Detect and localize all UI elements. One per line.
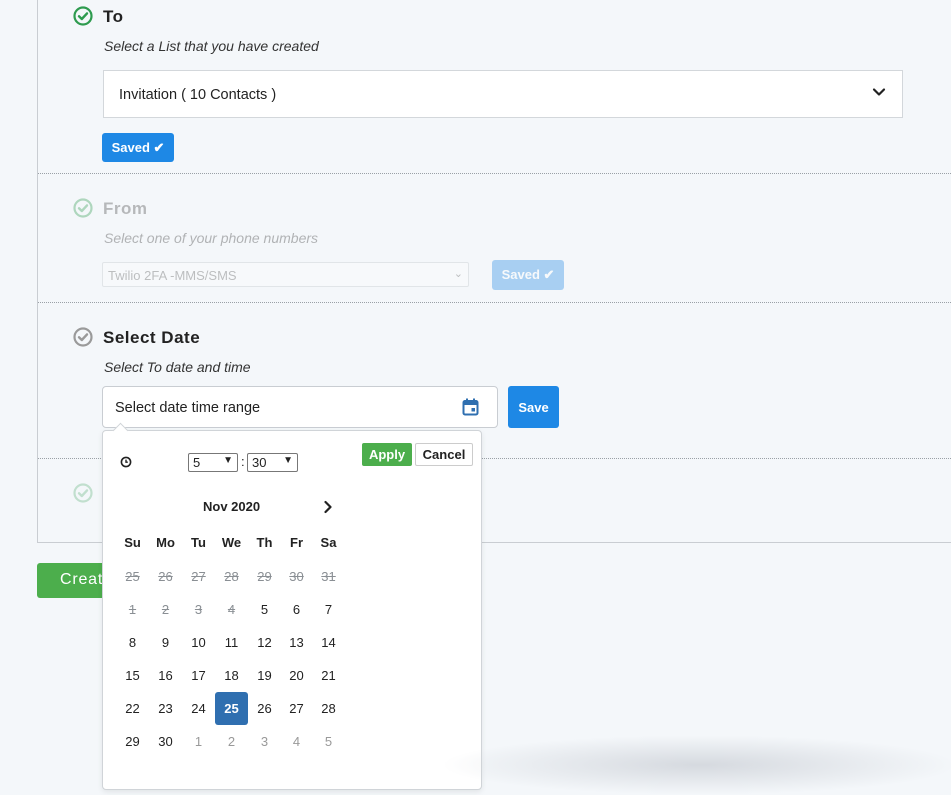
cancel-button[interactable]: Cancel [415,443,473,466]
chevron-down-icon: ▼ [223,455,233,466]
calendar-day[interactable]: 23 [149,692,182,725]
weekday-header: Su [124,535,141,550]
calendar-day[interactable]: 9 [149,626,182,659]
time-separator: : [241,454,245,469]
calendar-day-disabled: 29 [257,569,272,584]
apply-button[interactable]: Apply [362,443,412,466]
calendar-day-disabled: 31 [321,569,336,584]
calendar-day[interactable]: 20 [280,659,313,692]
calendar-day[interactable]: 27 [280,692,313,725]
calendar-day[interactable]: 19 [248,659,281,692]
calendar-day[interactable]: 5 [248,593,281,626]
select-date-step-subtitle: Select To date and time [104,359,251,375]
calendar-day-disabled: 28 [224,569,239,584]
month-label: Nov 2020 [203,499,261,514]
chevron-down-icon [872,88,886,96]
calendar-day-disabled: 27 [191,569,206,584]
calendar-day-disabled: 1 [128,602,137,617]
calendar-day[interactable]: 11 [215,626,248,659]
hour-value: 5 [193,455,201,470]
calendar-day[interactable]: 12 [248,626,281,659]
date-time-range-input[interactable]: Select date time range [102,386,498,428]
weekday-header: Tu [191,535,206,550]
step-complete-check-icon [73,198,93,218]
contact-list-select[interactable]: Invitation ( 10 Contacts ) [103,70,903,118]
calendar-day-disabled: 25 [125,569,140,584]
contact-list-value: Invitation ( 10 Contacts ) [119,87,277,103]
calendar-day[interactable]: 22 [116,692,149,725]
weekday-header: Sa [320,535,337,550]
calendar-day[interactable]: 18 [215,659,248,692]
to-saved-button[interactable]: Saved ✔ [102,133,174,162]
hour-select[interactable]: 5 ▼ [188,453,238,472]
calendar-day-disabled: 3 [194,602,203,617]
background-shadow [440,735,951,795]
calendar-day[interactable]: 3 [248,725,281,758]
from-step-title: From [103,199,148,218]
clock-icon [120,456,132,468]
date-time-range-placeholder: Select date time range [115,400,261,416]
date-picker-popup: 5 ▼ : 30 ▼ Apply Cancel Nov 2020 Su Mo Tu W… [102,422,482,790]
section-divider [38,173,951,174]
calendar-day[interactable]: 8 [116,626,149,659]
phone-number-value: Twilio 2FA -MMS/SMS [108,268,237,283]
calendar-day-selected[interactable]: 25 [215,692,248,725]
calendar-day[interactable]: 13 [280,626,313,659]
weekday-header: Mo [156,535,175,550]
weekday-header: Th [256,535,273,550]
calendar-day[interactable]: 21 [312,659,345,692]
select-date-step-title: Select Date [103,328,201,347]
weekday-header: We [221,535,242,550]
calendar-day-disabled: 4 [227,602,236,617]
calendar-day-disabled: 26 [158,569,173,584]
from-step-subtitle: Select one of your phone numbers [104,230,319,246]
from-saved-button[interactable]: Saved ✔ [492,260,564,290]
calendar-day[interactable]: 17 [182,659,215,692]
calendar-day[interactable]: 30 [149,725,182,758]
date-save-button[interactable]: Save [508,386,559,428]
calendar-day[interactable]: 15 [116,659,149,692]
section-divider [38,302,951,303]
calendar-day-disabled: 2 [161,602,170,617]
step-pending-check-icon [73,327,93,347]
minute-value: 30 [252,455,267,470]
calendar-day[interactable]: 10 [182,626,215,659]
calendar-day[interactable]: 7 [312,593,345,626]
calendar-day[interactable]: 28 [312,692,345,725]
minute-select[interactable]: 30 ▼ [247,453,298,472]
calendar-day[interactable]: 29 [116,725,149,758]
to-step-subtitle: Select a List that you have created [104,38,319,54]
to-step-title: To [103,7,124,26]
calendar-day[interactable]: 5 [312,725,345,758]
phone-number-select[interactable]: Twilio 2FA -MMS/SMS ⌄ [102,262,469,287]
calendar-day[interactable]: 26 [248,692,281,725]
calendar-day[interactable]: 6 [280,593,313,626]
calendar-day[interactable]: 14 [312,626,345,659]
calendar-icon[interactable] [462,398,479,416]
chevron-down-icon: ▼ [283,455,293,466]
step-complete-check-icon [73,483,93,503]
calendar-day[interactable]: 24 [182,692,215,725]
chevron-right-icon[interactable] [322,500,334,514]
step-complete-check-icon [73,6,93,26]
calendar-day[interactable]: 1 [182,725,215,758]
chevron-down-icon: ⌄ [453,268,463,280]
calendar-day[interactable]: 2 [215,725,248,758]
calendar-day-disabled: 30 [289,569,304,584]
calendar-day[interactable]: 16 [149,659,182,692]
weekday-header: Fr [290,535,303,550]
calendar-day[interactable]: 4 [280,725,313,758]
